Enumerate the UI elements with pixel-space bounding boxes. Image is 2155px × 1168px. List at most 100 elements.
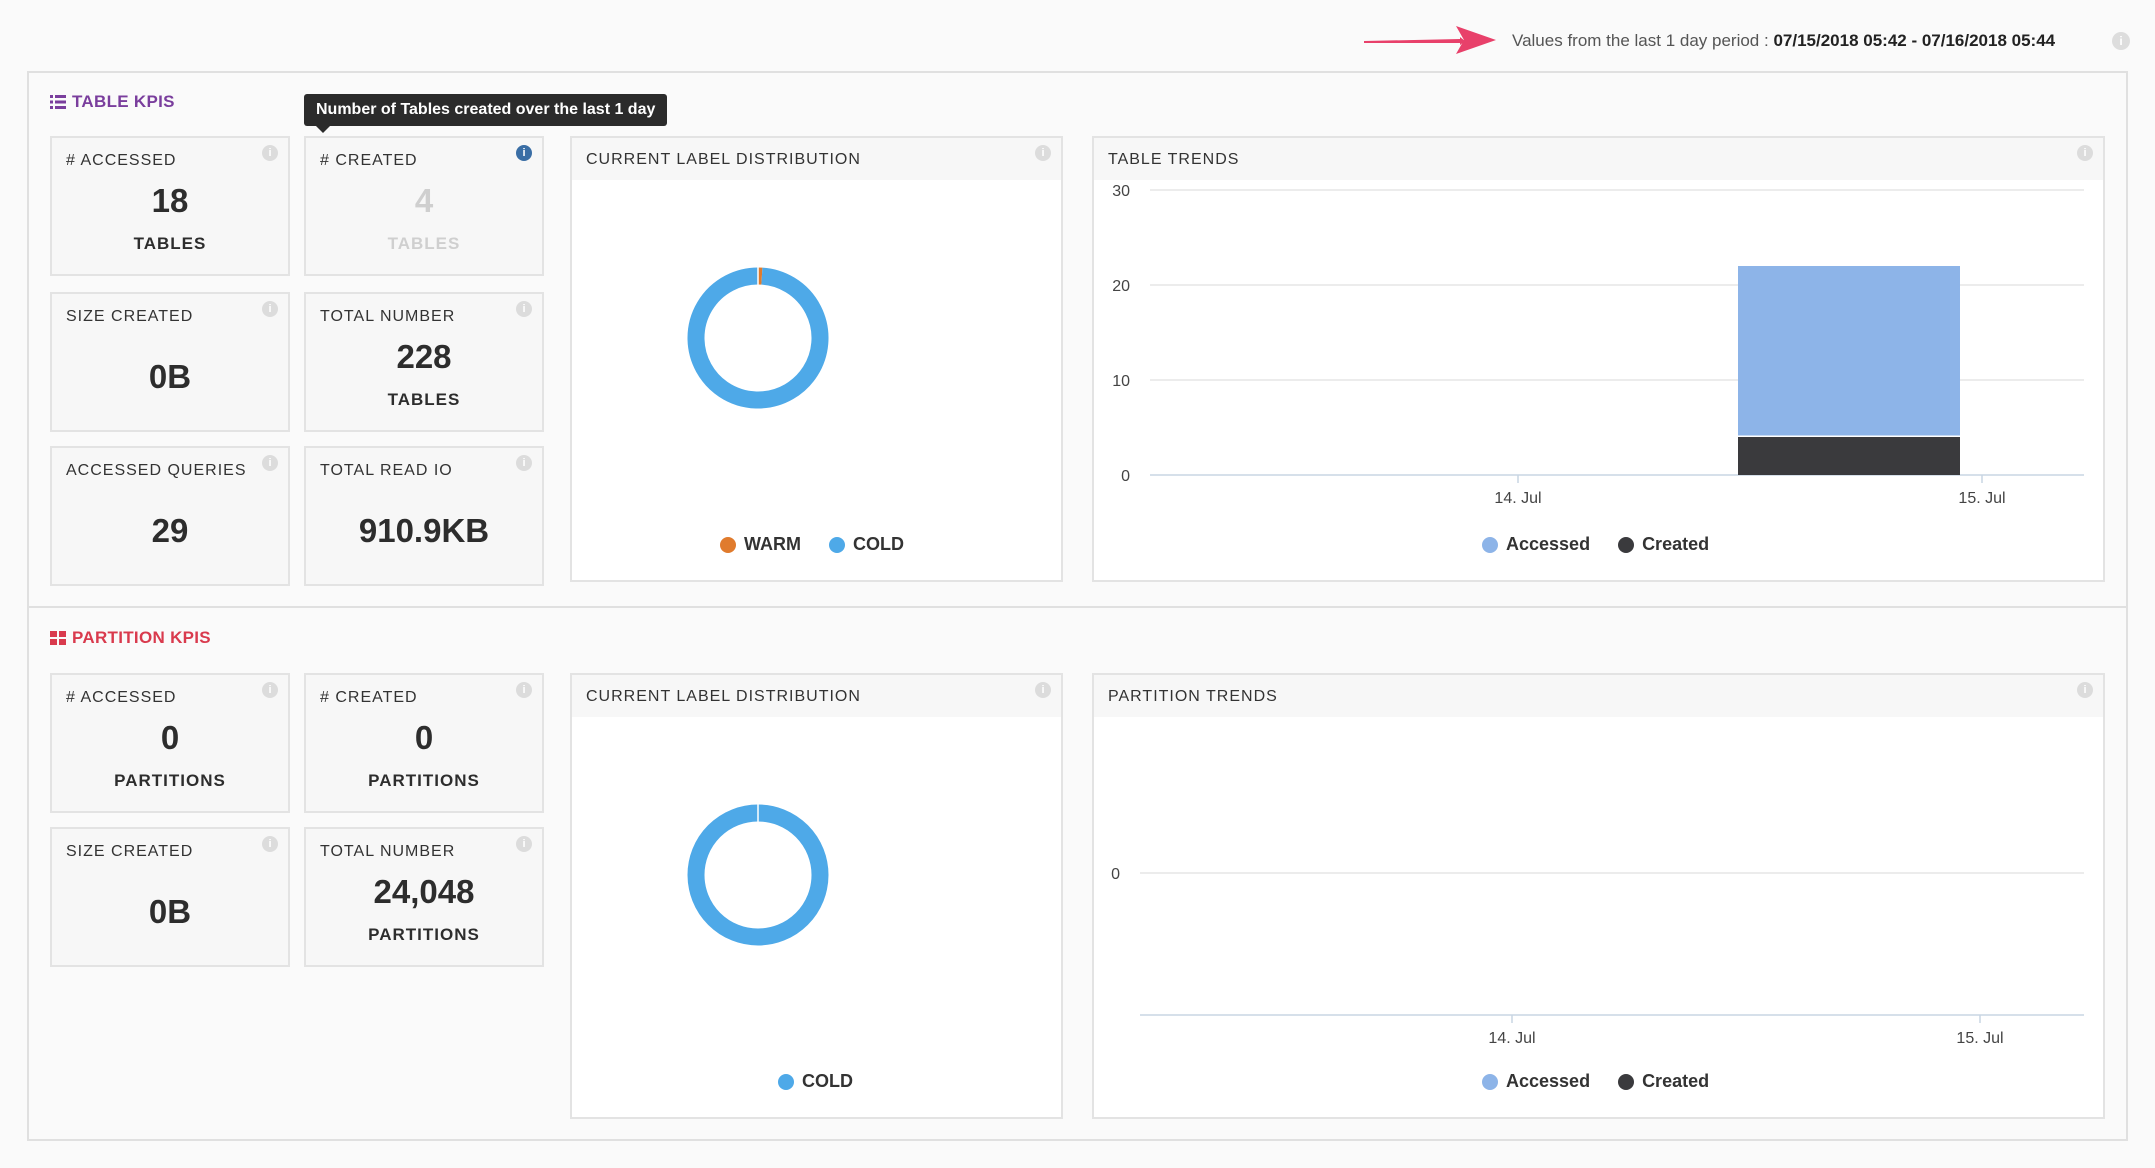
kpi-value: 18 — [151, 182, 189, 219]
table-trends-panel: TABLE TRENDS i 0 10 20 30 14. Jul 15. Jul Acc… — [1092, 136, 2105, 582]
period-prefix: Values from the last 1 day period : — [1512, 31, 1774, 50]
y-tick-label: 0 — [1121, 468, 1130, 485]
kpi-value: 228 — [396, 338, 452, 375]
kpi-label: SIZE CREATED — [66, 843, 194, 860]
kpi-label: SIZE CREATED — [66, 308, 194, 325]
kpi-partitions-size-created: SIZE CREATED i 0B — [50, 827, 290, 967]
table-kpis-title: TABLE KPIS — [50, 92, 175, 112]
kpi-tables-created: # CREATED i 4 TABLES — [304, 136, 544, 276]
chart-legend: WARM COLD — [720, 534, 904, 555]
partition-trends-panel: PARTITION TRENDS i 0 14. Jul 15. Jul Acces… — [1092, 673, 2105, 1119]
kpi-label: # ACCESSED — [66, 152, 177, 169]
y-tick-label: 20 — [1112, 278, 1130, 295]
info-icon[interactable]: i — [516, 145, 532, 161]
legend-label: COLD — [802, 1071, 853, 1091]
partition-label-distribution-panel: CURRENT LABEL DISTRIBUTION i COLD — [570, 673, 1063, 1119]
bar-accessed[interactable] — [1738, 266, 1960, 436]
partition-kpis-title: PARTITION KPIS — [50, 628, 211, 648]
cold-dot-icon — [829, 536, 845, 553]
info-icon[interactable]: i — [516, 836, 532, 852]
legend-item-accessed[interactable]: Accessed — [1482, 534, 1590, 555]
created-dot-icon — [1618, 536, 1635, 553]
kpi-value: 0B — [148, 893, 192, 930]
legend-item-warm[interactable]: WARM — [720, 534, 801, 555]
info-icon[interactable]: i — [262, 145, 278, 161]
kpi-partitions-created: # CREATED i 0 PARTITIONS — [304, 673, 544, 813]
info-icon[interactable]: i — [516, 455, 532, 471]
table-label-distribution-panel: CURRENT LABEL DISTRIBUTION i WARM COLD — [570, 136, 1063, 582]
kpi-value: 24,048 — [373, 873, 475, 910]
kpi-value: 0 — [414, 719, 434, 756]
legend-item-created[interactable]: Created — [1618, 534, 1709, 555]
bar-chart: 0 14. Jul 15. Jul — [1111, 866, 2084, 1047]
kpi-partitions-total-number: TOTAL NUMBER i 24,048 PARTITIONS — [304, 827, 544, 967]
legend-label: Accessed — [1506, 1071, 1591, 1091]
kpi-partitions-accessed: # ACCESSED i 0 PARTITIONS — [50, 673, 290, 813]
legend-label: WARM — [744, 534, 801, 554]
kpi-value: 4 — [414, 182, 434, 219]
period-text: Values from the last 1 day period : 07/1… — [1512, 31, 2055, 51]
y-tick-label: 10 — [1112, 373, 1130, 390]
donut-chart — [687, 267, 829, 409]
legend-label: Accessed — [1506, 534, 1591, 554]
section-divider — [27, 606, 2128, 608]
info-icon[interactable]: i — [262, 301, 278, 317]
kpi-label: TOTAL NUMBER — [320, 308, 456, 325]
donut-slice-cold[interactable] — [687, 267, 829, 409]
info-icon[interactable]: i — [262, 836, 278, 852]
bar-created[interactable] — [1738, 437, 1960, 475]
legend-item-created[interactable]: Created — [1618, 1071, 1709, 1092]
kpi-unit: TABLES — [387, 234, 461, 253]
info-icon[interactable]: i — [262, 682, 278, 698]
accessed-dot-icon — [1482, 536, 1498, 553]
kpi-tables-size-created: SIZE CREATED i 0B — [50, 292, 290, 432]
y-tick-label: 0 — [1111, 866, 1120, 883]
kpi-tables-total-number: TOTAL NUMBER i 228 TABLES — [304, 292, 544, 432]
legend-item-accessed[interactable]: Accessed — [1482, 1071, 1590, 1092]
info-icon[interactable]: i — [262, 455, 278, 471]
kpi-label: # CREATED — [320, 689, 418, 706]
donut-chart — [687, 804, 829, 946]
kpi-value: 910.9KB — [358, 512, 490, 549]
info-icon[interactable]: i — [2112, 32, 2130, 50]
section-title-label: PARTITION KPIS — [72, 628, 211, 647]
arrow-right-icon — [1364, 26, 1496, 54]
chart-legend: Accessed Created — [1482, 534, 1709, 555]
chart-legend: Accessed Created — [1482, 1071, 1709, 1092]
kpi-unit: PARTITIONS — [368, 925, 480, 944]
info-icon[interactable]: i — [516, 301, 532, 317]
legend-label: Created — [1642, 534, 1710, 554]
x-tick-label: 14. Jul — [1494, 490, 1541, 507]
kpi-label: # ACCESSED — [66, 689, 177, 706]
legend-label: Created — [1642, 1071, 1710, 1091]
kpi-label: # CREATED — [320, 152, 418, 169]
grid-icon — [50, 631, 66, 645]
legend-item-cold[interactable]: COLD — [829, 534, 904, 555]
kpi-value: 29 — [151, 512, 189, 549]
chart-legend: COLD — [778, 1071, 853, 1092]
list-icon — [50, 95, 66, 109]
kpi-total-read-io: TOTAL READ IO i 910.9KB — [304, 446, 544, 586]
legend-label: COLD — [853, 534, 904, 554]
kpi-value: 0 — [160, 719, 180, 756]
warm-dot-icon — [720, 536, 736, 553]
x-tick-label: 15. Jul — [1958, 490, 2005, 507]
section-title-label: TABLE KPIS — [72, 92, 175, 111]
kpi-unit: PARTITIONS — [114, 771, 226, 790]
info-icon[interactable]: i — [516, 682, 532, 698]
kpi-label: ACCESSED QUERIES — [66, 462, 247, 479]
x-tick-label: 15. Jul — [1956, 1030, 2003, 1047]
period-range: 07/15/2018 05:42 - 07/16/2018 05:44 — [1773, 31, 2056, 50]
donut-slice-cold[interactable] — [687, 804, 829, 946]
cold-dot-icon — [778, 1073, 794, 1090]
kpi-tables-accessed: # ACCESSED i 18 TABLES — [50, 136, 290, 276]
accessed-dot-icon — [1482, 1073, 1498, 1090]
x-tick-label: 14. Jul — [1488, 1030, 1535, 1047]
kpi-unit: TABLES — [387, 390, 461, 409]
bar-chart: 0 10 20 30 14. Jul 15. Jul — [1112, 183, 2084, 507]
created-dot-icon — [1618, 1073, 1635, 1090]
legend-item-cold[interactable]: COLD — [778, 1071, 853, 1092]
y-tick-label: 30 — [1112, 183, 1130, 200]
kpi-value: 0B — [148, 358, 192, 395]
kpi-unit: TABLES — [133, 234, 207, 253]
